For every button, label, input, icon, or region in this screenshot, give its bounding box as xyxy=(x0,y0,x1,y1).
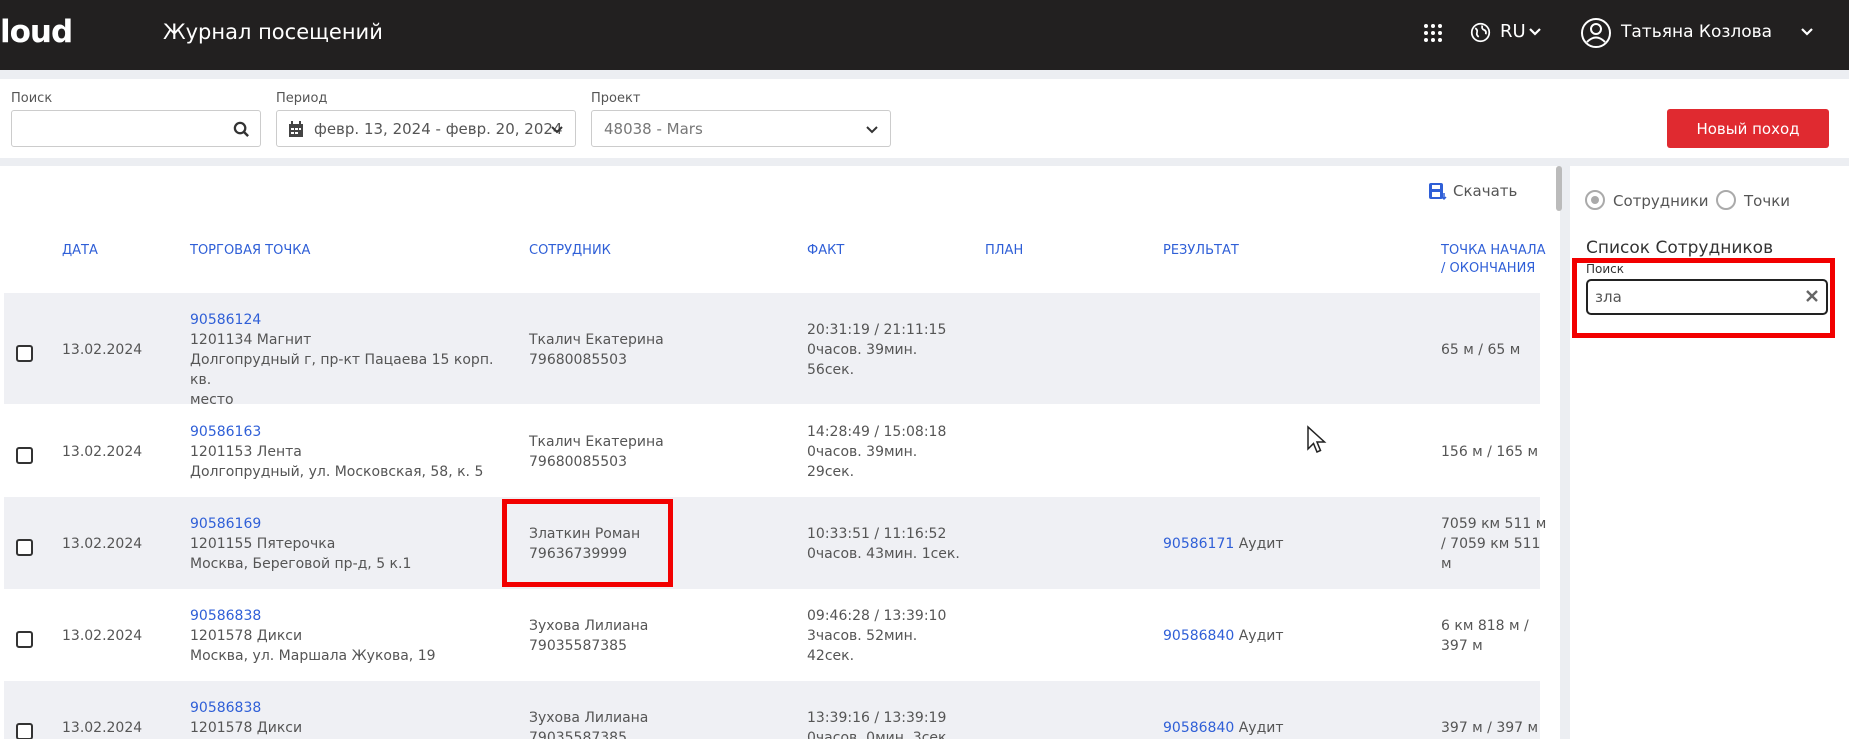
row-fact: 09:46:28 / 13:39:10 3часов. 52мин. 42сек… xyxy=(807,608,947,664)
row-outlet: 90586163 1201153 Лента Долгопрудный, ул.… xyxy=(190,424,484,480)
row-date: 13.02.2024 xyxy=(62,536,143,552)
row-point: 156 м / 165 м xyxy=(1441,444,1539,460)
row-employee: Зухова Лилиана 79035587385 xyxy=(529,710,649,739)
row-date: 13.02.2024 xyxy=(62,342,143,358)
row-checkbox[interactable] xyxy=(16,447,33,464)
highlight-box xyxy=(1572,258,1835,338)
project-value: 48038 - Mars xyxy=(604,120,703,138)
row-date: 13.02.2024 xyxy=(62,720,143,736)
row-point: 65 м / 65 м xyxy=(1441,342,1521,358)
row-result: 90586840 Аудит xyxy=(1163,628,1284,644)
user-avatar-icon[interactable] xyxy=(1580,17,1612,49)
outlet-id-link[interactable]: 90586163 xyxy=(190,424,261,440)
row-outlet: 90586169 1201155 Пятерочка Москва, Берег… xyxy=(190,516,412,572)
row-result: 90586171 Аудит xyxy=(1163,536,1284,552)
period-value: февр. 13, 2024 - февр. 20, 2024 xyxy=(314,120,563,138)
outlet-id-link[interactable]: 90586169 xyxy=(190,516,261,532)
row-date: 13.02.2024 xyxy=(62,628,143,644)
search-icon[interactable] xyxy=(233,121,250,138)
col-header-point[interactable]: ТОЧКА НАЧАЛА / ОКОНЧАНИЯ xyxy=(1441,242,1545,278)
language-selector[interactable]: RU xyxy=(1500,21,1526,42)
row-point: 397 м / 397 м xyxy=(1441,720,1539,736)
outlet-id-link[interactable]: 90586838 xyxy=(190,700,261,716)
search-input[interactable] xyxy=(11,110,261,147)
radio-points-label[interactable]: Точки xyxy=(1744,192,1790,210)
user-name[interactable]: Татьяна Козлова xyxy=(1621,22,1772,42)
project-select[interactable]: 48038 - Mars xyxy=(591,110,891,147)
outlet-id-link[interactable]: 90586124 xyxy=(190,312,261,328)
period-picker[interactable]: февр. 13, 2024 - февр. 20, 2024 xyxy=(276,110,576,147)
chevron-down-icon[interactable] xyxy=(866,125,878,134)
new-visit-button[interactable]: Новый поход xyxy=(1667,109,1829,148)
outlet-id-link[interactable]: 90586838 xyxy=(190,608,261,624)
row-point: 6 км 818 м / 397 м xyxy=(1441,618,1529,654)
top-bar: loud Журнал посещений RU Татьяна Козлова xyxy=(0,0,1849,70)
row-employee: Ткалич Екатерина 79680085503 xyxy=(529,332,664,368)
radio-points[interactable] xyxy=(1716,190,1736,210)
side-panel-title: Список Сотрудников xyxy=(1586,238,1774,258)
col-header-fact[interactable]: ФАКТ xyxy=(807,242,844,260)
download-icon[interactable] xyxy=(1428,182,1447,201)
app-logo[interactable]: loud xyxy=(0,14,73,50)
row-checkbox[interactable] xyxy=(16,539,33,556)
col-header-plan[interactable]: ПЛАН xyxy=(985,242,1023,260)
calendar-icon xyxy=(289,121,303,137)
globe-icon[interactable] xyxy=(1470,22,1491,43)
row-employee: Зухова Лилиана 79035587385 xyxy=(529,618,649,654)
row-outlet: 90586124 1201134 Магнит Долгопрудный г, … xyxy=(190,312,494,408)
user-menu-chevron-icon[interactable] xyxy=(1800,26,1814,38)
row-employee: Ткалич Екатерина 79680085503 xyxy=(529,434,664,470)
col-header-outlet[interactable]: ТОРГОВАЯ ТОЧКА xyxy=(190,242,310,260)
row-fact: 13:39:16 / 13:39:19 0часов. 0мин. 3сек. xyxy=(807,710,951,739)
search-label: Поиск xyxy=(11,91,53,106)
row-result: 90586840 Аудит xyxy=(1163,720,1284,736)
row-fact: 14:28:49 / 15:08:18 0часов. 39мин. 29сек… xyxy=(807,424,947,480)
row-checkbox[interactable] xyxy=(16,723,33,739)
result-id-link[interactable]: 90586840 xyxy=(1163,720,1234,736)
row-checkbox[interactable] xyxy=(16,631,33,648)
scrollbar[interactable] xyxy=(1556,166,1562,211)
row-point: 7059 км 511 м / 7059 км 511 м xyxy=(1441,516,1547,572)
chevron-down-icon[interactable] xyxy=(1528,26,1542,38)
period-label: Период xyxy=(276,91,328,106)
row-outlet: 90586838 1201578 Дикси xyxy=(190,700,303,736)
result-id-link[interactable]: 90586171 xyxy=(1163,536,1234,552)
row-outlet: 90586838 1201578 Дикси Москва, ул. Марша… xyxy=(190,608,436,664)
chevron-down-icon[interactable] xyxy=(551,125,563,134)
highlight-box xyxy=(502,499,673,587)
col-header-result[interactable]: РЕЗУЛЬТАТ xyxy=(1163,242,1239,260)
radio-employees-label[interactable]: Сотрудники xyxy=(1613,192,1709,210)
radio-employees[interactable] xyxy=(1585,190,1605,210)
row-fact: 20:31:19 / 21:11:15 0часов. 39мин. 56сек… xyxy=(807,322,947,378)
row-date: 13.02.2024 xyxy=(62,444,143,460)
project-label: Проект xyxy=(591,91,641,106)
row-fact: 10:33:51 / 11:16:52 0часов. 43мин. 1сек. xyxy=(807,526,960,562)
apps-grid-icon[interactable] xyxy=(1424,24,1442,42)
page-title: Журнал посещений xyxy=(163,20,383,44)
download-link[interactable]: Скачать xyxy=(1453,182,1517,200)
result-id-link[interactable]: 90586840 xyxy=(1163,628,1234,644)
col-header-employee[interactable]: СОТРУДНИК xyxy=(529,242,611,260)
mouse-cursor-icon xyxy=(1307,425,1327,453)
col-header-date[interactable]: ДАТА xyxy=(62,242,98,260)
row-checkbox[interactable] xyxy=(16,345,33,362)
